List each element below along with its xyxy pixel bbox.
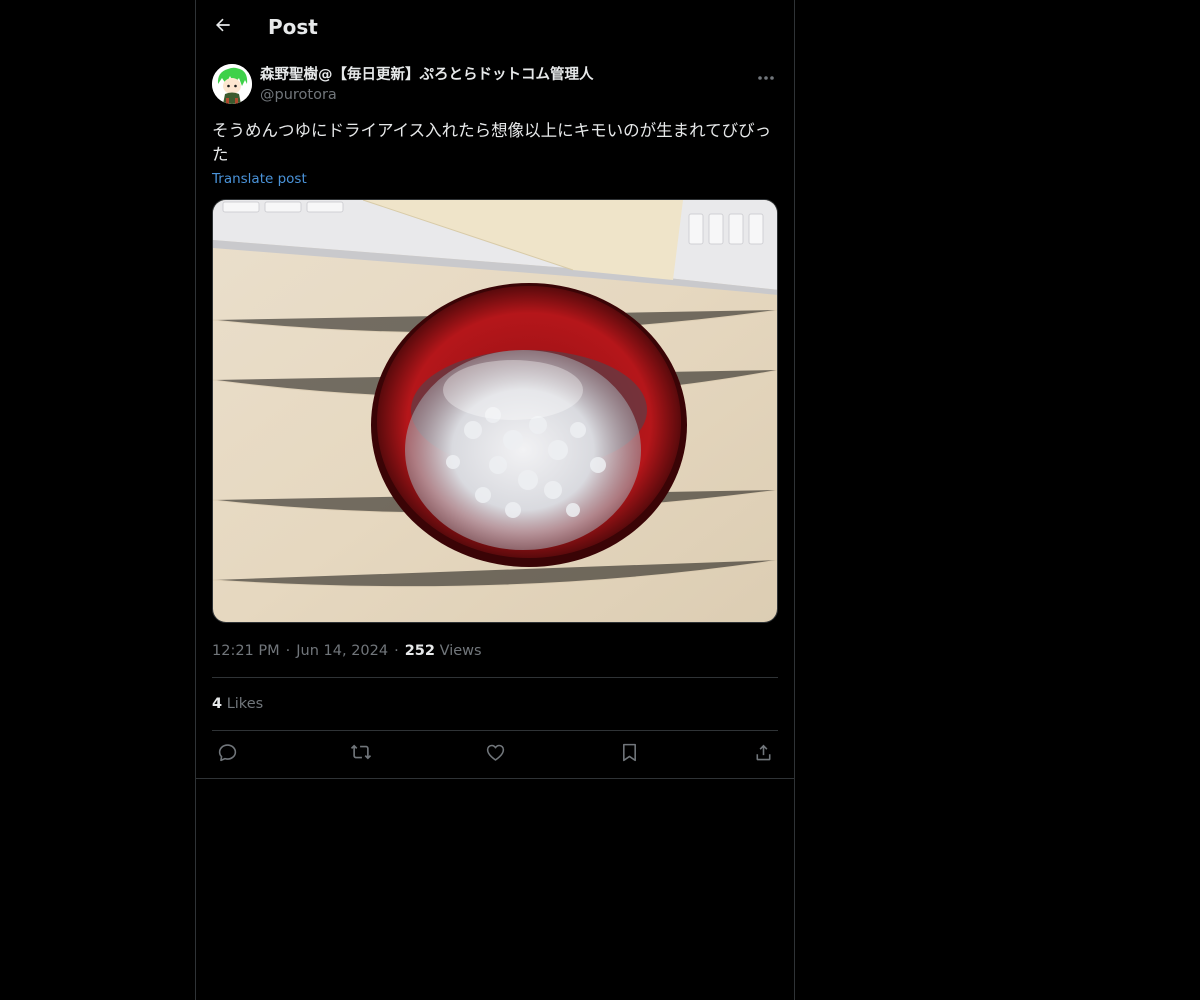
post-column: Post 森野聖樹@【毎日更新】ぷろとらドットコム管理人 @purotora そ… xyxy=(195,0,795,1000)
divider xyxy=(212,677,778,678)
like-icon xyxy=(485,742,506,767)
likes-count: 4 xyxy=(212,696,223,712)
reply-button[interactable] xyxy=(214,741,240,767)
likes-summary[interactable]: 4 Likes xyxy=(212,694,263,714)
post-author: 森野聖樹@【毎日更新】ぷろとらドットコム管理人 @purotora xyxy=(212,64,778,108)
post-date[interactable]: Jun 14, 2024 xyxy=(296,643,388,659)
post-image[interactable] xyxy=(212,199,778,623)
bookmark-button[interactable] xyxy=(616,741,642,767)
more-options-button[interactable] xyxy=(754,64,778,86)
translate-post-link[interactable]: Translate post xyxy=(212,170,307,188)
views-count: 252 xyxy=(404,643,435,659)
post-time[interactable]: 12:21 PM xyxy=(212,643,280,659)
page-title: Post xyxy=(268,15,318,39)
likes-label: Likes xyxy=(226,696,264,712)
display-name[interactable]: 森野聖樹@【毎日更新】ぷろとらドットコム管理人 xyxy=(260,64,594,86)
divider xyxy=(212,730,778,731)
bookmark-icon xyxy=(619,742,640,767)
share-icon xyxy=(753,742,774,767)
post-actions xyxy=(212,741,778,767)
avatar[interactable] xyxy=(212,64,252,104)
back-button[interactable] xyxy=(208,9,238,45)
post-text: そうめんつゆにドライアイス入れたら想像以上にキモいのが生まれてびびった xyxy=(212,121,772,164)
repost-icon xyxy=(350,741,372,767)
meta-separator: · xyxy=(285,643,291,659)
reply-icon xyxy=(217,742,238,767)
divider xyxy=(196,778,794,779)
post-header: Post xyxy=(196,0,794,54)
meta-separator: · xyxy=(394,643,399,659)
share-button[interactable] xyxy=(750,741,776,767)
repost-button[interactable] xyxy=(348,741,374,767)
user-handle[interactable]: @purotora xyxy=(260,85,337,105)
bowl-photo xyxy=(213,200,777,622)
post-meta: 12:21 PM · Jun 14, 2024 · 252 Views xyxy=(212,641,482,661)
more-horizontal-icon xyxy=(757,66,775,85)
like-button[interactable] xyxy=(482,741,508,767)
views-label: Views xyxy=(439,643,482,659)
arrow-left-icon xyxy=(213,15,233,39)
